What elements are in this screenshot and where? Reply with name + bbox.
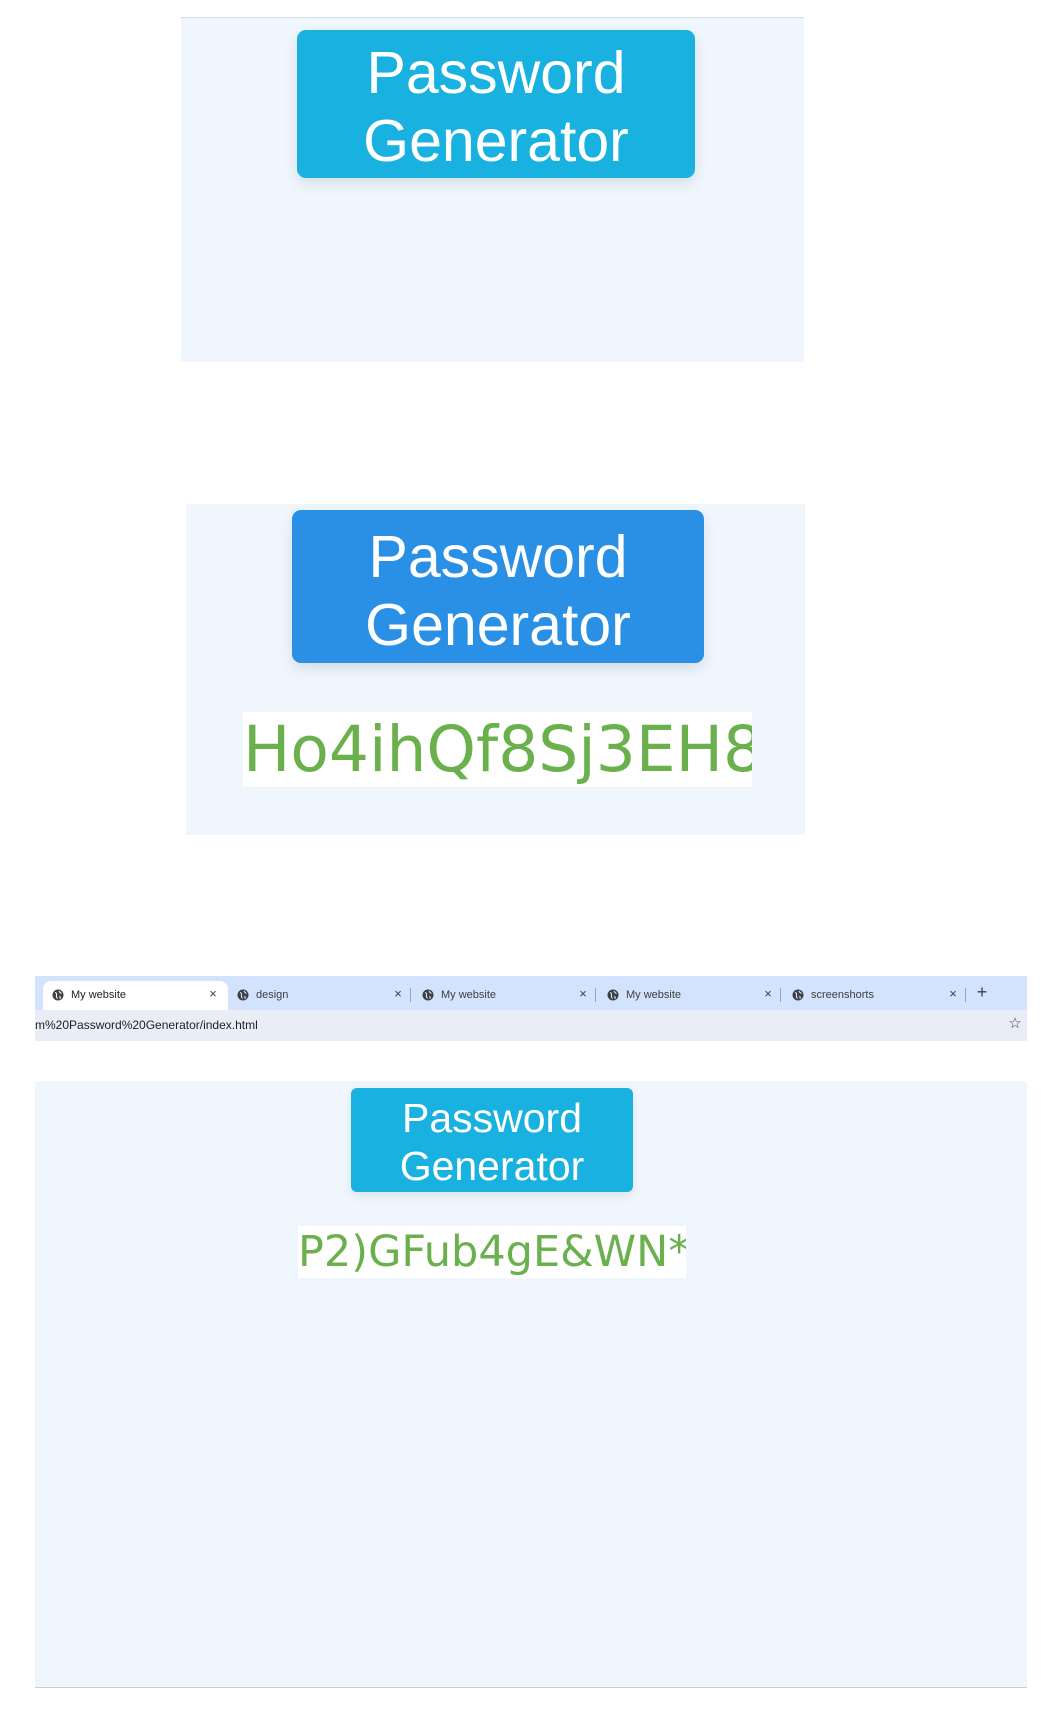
tab-design[interactable]: design × <box>228 981 413 1010</box>
globe-icon <box>607 989 619 1001</box>
close-tab-icon[interactable]: × <box>761 987 775 1001</box>
tab-title: My website <box>71 989 127 1001</box>
password-generator-button[interactable]: Password Generator <box>297 30 695 178</box>
tab-separator <box>595 988 596 1002</box>
tab-my-website-active[interactable]: My website × <box>43 981 228 1010</box>
tab-separator <box>965 988 966 1002</box>
browser-window: My website × design × My website × My we… <box>35 976 1027 1688</box>
close-tab-icon[interactable]: × <box>391 987 405 1001</box>
new-tab-button[interactable]: + <box>972 982 992 1002</box>
globe-icon <box>237 989 249 1001</box>
tab-title: design <box>256 989 289 1001</box>
tab-separator <box>780 988 781 1002</box>
close-tab-icon[interactable]: × <box>206 987 220 1001</box>
tab-my-website[interactable]: My website × <box>413 981 598 1010</box>
globe-icon <box>422 989 434 1001</box>
close-tab-icon[interactable]: × <box>576 987 590 1001</box>
globe-icon <box>52 989 64 1001</box>
globe-icon <box>792 989 804 1001</box>
bookmark-star-icon[interactable]: ☆ <box>1007 1016 1023 1032</box>
page-viewport: Password Generator P2)GFub4gE&WN* <box>35 1081 1027 1688</box>
password-generator-panel-1: Password Generator <box>181 17 804 362</box>
tab-my-website[interactable]: My website × <box>598 981 783 1010</box>
password-generator-button[interactable]: Password Generator <box>351 1088 633 1192</box>
password-generator-panel-2: Password Generator Ho4ihQf8Sj3EH8 <box>186 504 805 835</box>
generated-password: P2)GFub4gE&WN* <box>298 1226 686 1278</box>
url-text[interactable]: m%20Password%20Generator/index.html <box>35 1018 258 1032</box>
close-tab-icon[interactable]: × <box>946 987 960 1001</box>
tab-screenshorts[interactable]: screenshorts × <box>783 981 968 1010</box>
generated-password: Ho4ihQf8Sj3EH8 <box>243 712 752 787</box>
tab-title: My website <box>441 989 497 1001</box>
address-bar[interactable]: m%20Password%20Generator/index.html ☆ <box>35 1010 1027 1041</box>
password-generator-button[interactable]: Password Generator <box>292 510 704 663</box>
tab-separator <box>410 988 411 1002</box>
tab-title: My website <box>626 989 682 1001</box>
tab-strip: My website × design × My website × My we… <box>35 976 1027 1010</box>
tab-title: screenshorts <box>811 989 874 1001</box>
